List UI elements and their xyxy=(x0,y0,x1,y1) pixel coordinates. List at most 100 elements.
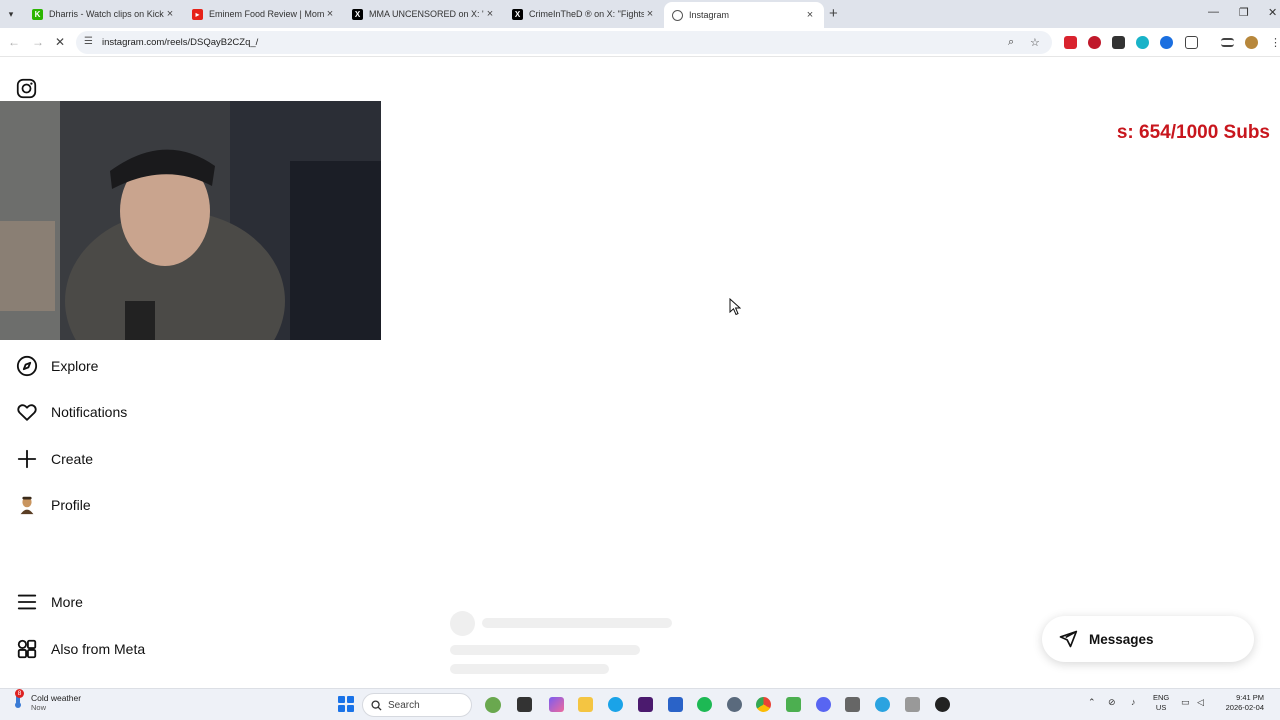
address-bar[interactable]: ☰ instagram.com/reels/DSQayB2CZq_/ ⌕ ☆ xyxy=(76,31,1052,54)
forward-icon[interactable]: → xyxy=(32,35,44,49)
send-icon xyxy=(1059,630,1078,648)
heart-icon xyxy=(16,401,38,423)
discord-icon[interactable] xyxy=(816,697,831,712)
app-icon[interactable] xyxy=(668,697,683,712)
browser-toolbar: ← → ✕ ☰ instagram.com/reels/DSQayB2CZq_/… xyxy=(0,28,1280,57)
sidebar-item-explore[interactable]: Explore xyxy=(16,351,98,381)
loading-skeleton-line xyxy=(482,618,672,628)
instagram-icon[interactable] xyxy=(16,78,37,99)
sidebar-item-create[interactable]: Create xyxy=(16,444,93,474)
extension-icon[interactable] xyxy=(1136,36,1149,49)
snipping-tool-icon[interactable] xyxy=(905,697,920,712)
app-icon[interactable] xyxy=(935,697,950,712)
profile-avatar-icon[interactable] xyxy=(1245,36,1258,49)
thermometer-icon: 8 xyxy=(10,689,26,709)
app-icon[interactable] xyxy=(638,697,653,712)
messages-button[interactable]: Messages xyxy=(1042,616,1254,662)
display-icon[interactable]: ▭ xyxy=(1181,697,1190,708)
loading-icon xyxy=(672,9,683,21)
messages-label: Messages xyxy=(1089,631,1154,647)
extension-icon[interactable] xyxy=(1064,36,1077,49)
volume-icon[interactable]: ◁ xyxy=(1197,697,1204,708)
plus-icon xyxy=(16,448,38,470)
back-icon[interactable]: ← xyxy=(8,35,20,49)
weather-title: Cold weather xyxy=(31,693,82,703)
menu-icon xyxy=(16,591,38,613)
sidebar-item-label: Profile xyxy=(51,497,91,513)
app-icon[interactable] xyxy=(786,697,801,712)
tab-search-icon[interactable]: ▾ xyxy=(4,7,18,21)
tab-title: Instagram xyxy=(689,10,730,20)
extension-icon[interactable] xyxy=(1112,36,1125,49)
kebab-menu-icon[interactable]: ⋮ xyxy=(1270,36,1280,49)
search-icon xyxy=(371,699,382,711)
tab-x-mma[interactable]: X MMA UNCENSORED on X: "Sha × xyxy=(344,2,504,26)
loading-skeleton-avatar xyxy=(450,611,475,636)
close-icon[interactable]: × xyxy=(324,8,336,20)
language-indicator[interactable]: ENG US xyxy=(1153,693,1169,713)
copilot-icon[interactable] xyxy=(549,697,564,712)
stream-counter-text: s: 654/1000 Subs xyxy=(1116,122,1270,143)
calculator-icon[interactable] xyxy=(845,697,860,712)
language-code: ENG xyxy=(1153,693,1170,702)
settings-gear-icon[interactable] xyxy=(727,697,742,712)
webcam-overlay xyxy=(0,101,381,340)
reading-list-icon[interactable] xyxy=(1221,38,1234,47)
file-explorer-icon[interactable] xyxy=(578,697,593,712)
sidebar-item-profile[interactable]: Profile xyxy=(16,490,91,520)
youtube-icon: ▸ xyxy=(192,8,203,20)
microphone-icon[interactable]: ♪ xyxy=(1131,697,1136,707)
bookmark-star-icon[interactable]: ☆ xyxy=(1030,36,1040,49)
telegram-icon[interactable] xyxy=(875,697,890,712)
meta-apps-icon xyxy=(16,638,38,660)
clock-date: 2026-02-04 xyxy=(1225,703,1264,712)
new-tab-button[interactable]: + xyxy=(829,5,838,22)
restore-icon[interactable]: ❐ xyxy=(1239,6,1249,19)
chrome-icon[interactable] xyxy=(756,697,771,712)
weather-badge: 8 xyxy=(15,689,24,698)
task-view-icon[interactable] xyxy=(517,697,532,712)
clock-time: 9:41 PM xyxy=(1236,693,1264,702)
tab-title: Dharris - Watch clips on Kick xyxy=(49,9,164,19)
extensions-puzzle-icon[interactable] xyxy=(1185,36,1198,49)
close-icon[interactable]: × xyxy=(644,8,656,20)
sidebar-item-label: Explore xyxy=(51,358,99,374)
sidebar-item-label: More xyxy=(51,594,83,610)
close-icon[interactable]: × xyxy=(804,9,816,21)
extension-icon[interactable] xyxy=(1088,36,1101,49)
url-text: instagram.com/reels/DSQayB2CZq_/ xyxy=(102,37,259,48)
spotify-icon[interactable] xyxy=(697,697,712,712)
avatar-icon xyxy=(16,494,38,516)
sidebar-item-notifications[interactable]: Notifications xyxy=(16,397,127,427)
window-close-icon[interactable]: ✕ xyxy=(1268,6,1277,19)
sidebar-item-label: Create xyxy=(51,451,94,467)
tab-kick[interactable]: K Dharris - Watch clips on Kick × xyxy=(24,2,184,26)
edge-icon[interactable] xyxy=(608,697,623,712)
tab-youtube[interactable]: ▸ Eminem Food Review | Mom's S × xyxy=(184,2,344,26)
sidebar-item-also-from-meta[interactable]: Also from Meta xyxy=(16,634,145,664)
tab-instagram[interactable]: Instagram × xyxy=(664,2,824,28)
network-icon[interactable]: ⊘ xyxy=(1108,697,1116,708)
windows-taskbar: 8 Cold weather Now Search ⌃ ⊘ ♪ ENG US ▭… xyxy=(0,688,1280,720)
zoom-icon[interactable]: ⌕ xyxy=(1008,36,1014,49)
close-icon[interactable]: × xyxy=(164,8,176,20)
windows-start-icon[interactable] xyxy=(338,696,354,712)
loading-skeleton-line xyxy=(450,664,609,674)
minimize-icon[interactable]: — xyxy=(1208,6,1219,18)
close-icon[interactable]: × xyxy=(484,8,496,20)
stop-loading-icon[interactable]: ✕ xyxy=(55,35,65,49)
webcam-video-image xyxy=(0,101,381,340)
extension-icon[interactable] xyxy=(1160,36,1173,49)
site-info-icon[interactable]: ☰ xyxy=(84,36,93,47)
chevron-up-icon[interactable]: ⌃ xyxy=(1088,697,1096,708)
tab-x-crime[interactable]: X CrimeInTheD ® on X: "Fights o × xyxy=(504,2,664,26)
taskbar-clock[interactable]: 9:41 PM 2026-02-04 xyxy=(1216,693,1264,713)
sidebar-item-more[interactable]: More xyxy=(16,587,83,617)
weather-widget[interactable]: 8 Cold weather Now xyxy=(10,689,82,712)
mouse-cursor-icon xyxy=(729,298,741,316)
weather-subtitle: Now xyxy=(31,703,47,712)
x-icon: X xyxy=(512,8,523,20)
kick-icon: K xyxy=(32,8,43,20)
compass-icon xyxy=(16,355,38,377)
taskbar-search[interactable]: Search xyxy=(362,693,501,717)
